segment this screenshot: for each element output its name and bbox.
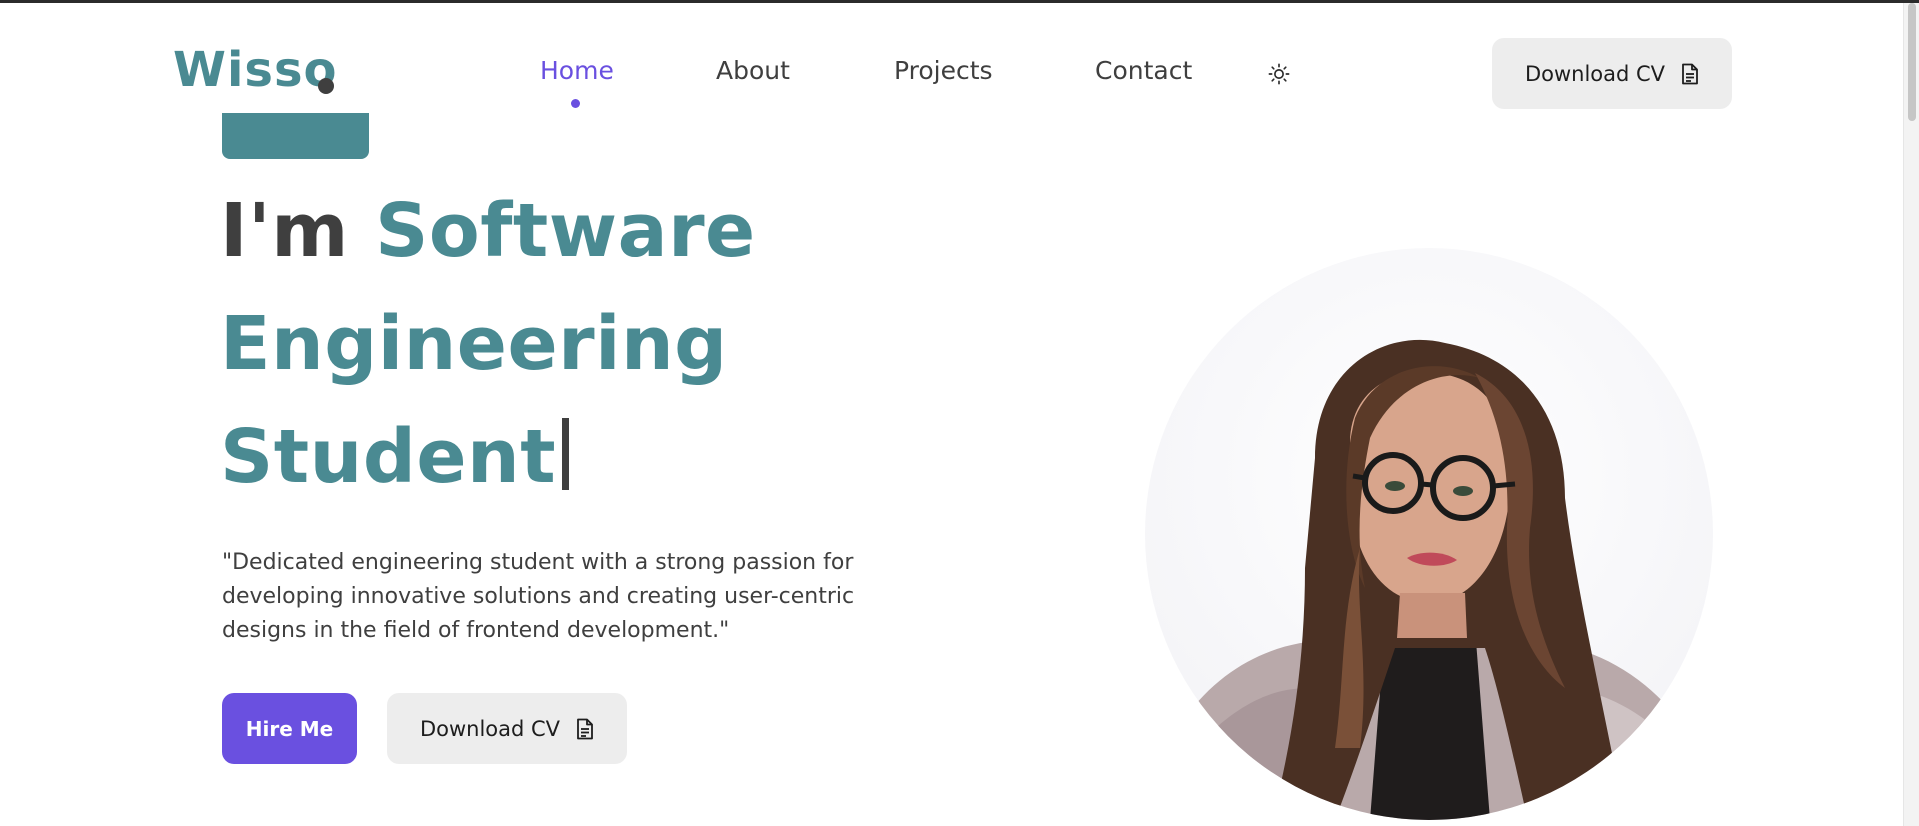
- hire-me-label: Hire Me: [245, 716, 334, 741]
- nav-link-projects[interactable]: Projects: [894, 56, 993, 86]
- headline-role-line3: Student: [220, 414, 557, 500]
- hero-badge: [222, 113, 369, 159]
- site-logo[interactable]: Wisso: [173, 41, 338, 99]
- nav-link-home[interactable]: Home: [540, 56, 614, 86]
- hero-download-cv-label: Download CV: [419, 716, 561, 741]
- document-icon: [1682, 63, 1698, 84]
- navbar: Wisso Home About Projects Contact Downlo…: [0, 3, 1903, 113]
- theme-toggle-button[interactable]: [1266, 61, 1292, 87]
- headline-prefix: I'm: [220, 188, 349, 274]
- sun-icon: [1268, 63, 1290, 85]
- hero-tagline: "Dedicated engineering student with a st…: [222, 550, 855, 643]
- portrait-illustration: [1145, 339, 1713, 820]
- hero-headline: I'm Software Engineering Student: [220, 175, 980, 514]
- hire-me-button[interactable]: Hire Me: [222, 693, 357, 764]
- nav-link-about[interactable]: About: [716, 56, 790, 86]
- nav-active-indicator: [571, 99, 580, 108]
- logo-dot: [318, 78, 334, 94]
- nav-download-cv-label: Download CV: [1524, 61, 1666, 86]
- headline-role-line1: Software: [375, 188, 756, 274]
- page-scrollbar[interactable]: [1903, 3, 1919, 826]
- nav-download-cv-button[interactable]: Download CV: [1492, 38, 1732, 109]
- hero-download-cv-button[interactable]: Download CV: [387, 693, 627, 764]
- document-icon: [577, 718, 593, 739]
- profile-portrait: [1145, 248, 1713, 820]
- scrollbar-thumb[interactable]: [1908, 3, 1916, 121]
- nav-link-contact[interactable]: Contact: [1095, 56, 1192, 86]
- headline-role-line2: Engineering: [220, 301, 728, 387]
- typing-cursor: [562, 418, 570, 490]
